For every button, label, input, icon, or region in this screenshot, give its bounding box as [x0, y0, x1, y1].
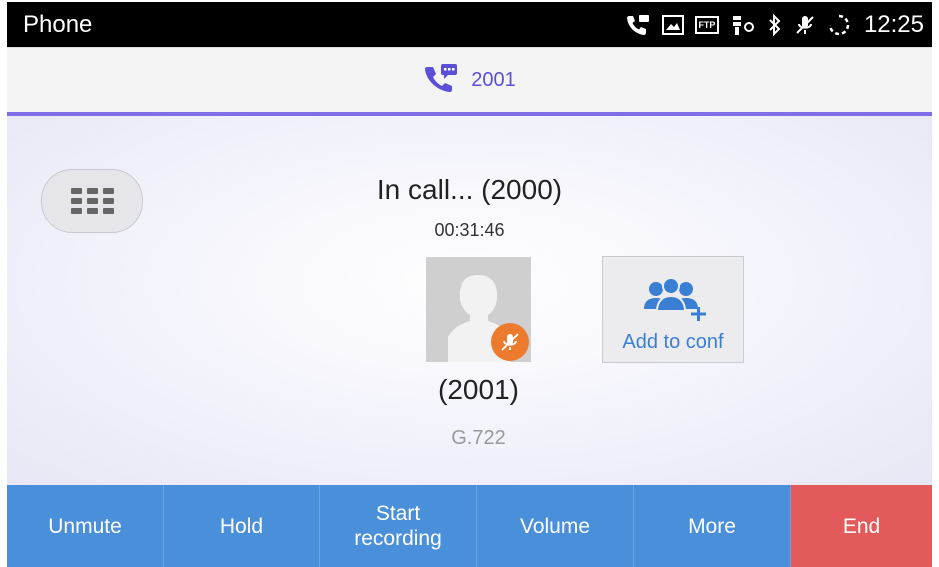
call-status: In call... (2000) [376, 174, 563, 205]
phone-screen: Phone FTP 12:25 2001 In call... (2000) 0… [0, 0, 939, 567]
image-icon [661, 14, 684, 35]
remote-party-name: (2001) [438, 374, 519, 405]
status-icons: FTP 12:25 [625, 2, 924, 47]
add-to-conf-label: Add to conf [622, 331, 724, 353]
call-panel: In call... (2000) 00:31:46 Add to conf (… [7, 116, 932, 485]
codec-label: G.722 [451, 427, 506, 449]
call-duration: 00:31:46 [434, 220, 505, 240]
call-message-icon [423, 63, 459, 98]
end-call-button[interactable]: End [791, 485, 932, 567]
usb-icon [730, 13, 756, 37]
mic-muted-icon [794, 13, 816, 37]
add-conference-icon [603, 277, 743, 323]
call-tab-label: 2001 [471, 68, 516, 91]
call-icon [625, 13, 651, 37]
volume-button[interactable]: Volume [477, 485, 634, 567]
bluetooth-icon [767, 13, 783, 37]
status-bar: Phone FTP 12:25 [7, 2, 932, 47]
app-title: Phone [23, 11, 93, 38]
add-to-conf-button[interactable]: Add to conf [602, 256, 744, 363]
unmute-button[interactable]: Unmute [7, 485, 164, 567]
call-action-bar: Unmute Hold Start recording Volume More … [7, 485, 932, 567]
call-tab-2001[interactable]: 2001 [7, 48, 932, 112]
sync-icon [827, 13, 851, 37]
status-clock: 12:25 [863, 11, 924, 38]
start-recording-button[interactable]: Start recording [320, 485, 477, 567]
ftp-icon: FTP [694, 15, 719, 34]
avatar [426, 257, 531, 362]
call-tab-bar: 2001 [7, 47, 932, 117]
hold-button[interactable]: Hold [164, 485, 320, 567]
more-button[interactable]: More [634, 485, 791, 567]
mic-muted-badge-icon [491, 323, 529, 361]
